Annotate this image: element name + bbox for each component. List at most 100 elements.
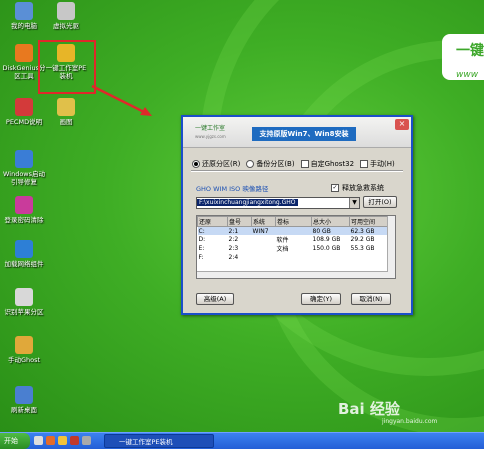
selected-icon-highlight [38, 40, 96, 94]
table-cell: E: [198, 245, 205, 252]
quicklaunch-icon[interactable] [82, 436, 91, 445]
column-header[interactable]: 还原 [197, 216, 228, 227]
app-icon [15, 196, 33, 214]
close-button[interactable]: × [395, 119, 409, 130]
app-icon [57, 98, 75, 116]
desktop-icon[interactable]: 我的电脑 [2, 2, 46, 30]
table-row[interactable]: E: 2:3 文档 150.0 GB 55.3 GB [198, 244, 388, 253]
quicklaunch-icon[interactable] [70, 436, 79, 445]
watermark-url: jingyan.baidu.com [382, 418, 438, 425]
table-cell: 软件 [276, 237, 289, 244]
table-cell: 108.9 GB [312, 236, 341, 243]
app-icon [15, 240, 33, 258]
column-header[interactable]: 可用空间 [349, 216, 388, 227]
desktop-icon[interactable]: 刷新桌面 [2, 386, 46, 414]
table-cell: 文档 [276, 246, 289, 253]
desktop-icon-label: 我的电脑 [11, 22, 37, 30]
backup-option[interactable]: 备份分区(B) [246, 159, 295, 169]
desktop-icon-label: 虚拟光驱 [53, 22, 79, 30]
table-cell: 29.2 GB [350, 236, 375, 243]
desktop-icon[interactable]: 画图 [44, 98, 88, 126]
desktop-icon-label: 画图 [59, 118, 73, 126]
mode-options: 还原分区(R) 备份分区(B) 自定Ghost32 手动(H) [192, 159, 395, 169]
table-cell [252, 235, 276, 244]
desktop-icon[interactable]: PECMD说明 [2, 98, 46, 126]
brand-url: www [456, 70, 479, 80]
taskbar: 开始 一键工作室PE装机 [0, 432, 484, 449]
table-cell: 2:1 [227, 226, 252, 235]
image-path-value: F:\xuixinchuangjiangxitong.GHO [197, 199, 298, 206]
table-cell: WIN7 [251, 226, 276, 235]
window-banner: 支持原版Win7、Win8安装 [252, 127, 356, 141]
radio-icon [246, 160, 255, 168]
table-cell [275, 226, 312, 235]
cancel-button[interactable]: 取消(N) [351, 293, 391, 305]
table-cell: C: [197, 226, 228, 235]
column-header[interactable]: 总大小 [311, 216, 350, 227]
table-cell: 2:2 [228, 236, 239, 243]
quicklaunch-icon[interactable] [34, 436, 43, 445]
watermark-text: Bai 经验 [338, 400, 400, 418]
app-icon [15, 98, 33, 116]
quicklaunch-icon[interactable] [58, 436, 67, 445]
table-cell [312, 253, 350, 261]
desktop-icon[interactable]: 加载网络组件 [2, 240, 46, 268]
image-path-select[interactable]: F:\xuixinchuangjiangxitong.GHO ▼ [196, 197, 360, 209]
divider [191, 170, 403, 172]
table-cell: 62.3 GB [349, 226, 388, 235]
brand-logo: 一键 www [442, 34, 484, 80]
ok-button[interactable]: 确定(Y) [301, 293, 341, 305]
advanced-button[interactable]: 高级(A) [196, 293, 234, 305]
open-button[interactable]: 打开(O) [363, 196, 397, 208]
horizontal-scrollbar[interactable] [197, 271, 388, 278]
column-header[interactable]: 卷标 [275, 216, 312, 227]
table-cell: D: [198, 236, 206, 243]
table-cell: 2:4 [228, 253, 239, 261]
table-cell [252, 244, 276, 253]
app-logo: 一键工作室 www.yjgzs.com [195, 123, 226, 141]
taskbar-item-pe-install[interactable]: 一键工作室PE装机 [104, 434, 214, 448]
column-header[interactable]: 盘号 [227, 216, 252, 227]
app-icon [15, 288, 33, 306]
table-cell: 55.3 GB [350, 245, 375, 252]
app-icon [15, 386, 33, 404]
quicklaunch-icon[interactable] [46, 436, 55, 445]
logo-text: 一键工作室 [195, 125, 226, 132]
table-cell [350, 253, 388, 261]
start-button[interactable]: 开始 [0, 433, 30, 449]
app-icon [15, 44, 33, 62]
checkbox-label: 释放急救系统 [342, 184, 384, 192]
desktop-icon-label: 手动Ghost [7, 356, 41, 364]
column-header[interactable]: 系统 [251, 216, 276, 227]
table-row[interactable]: C: 2:1 WIN7 80 GB 62.3 GB [197, 226, 388, 235]
table-cell: F: [198, 253, 204, 261]
manual-option[interactable]: 手动(H) [360, 159, 395, 169]
option-label: 自定Ghost32 [310, 160, 355, 168]
table-row[interactable]: F: 2:4 [198, 253, 388, 261]
desktop-icon[interactable]: Windows启动引导修复 [2, 150, 46, 186]
red-arrow [91, 84, 152, 116]
option-label: 还原分区(R) [202, 160, 241, 168]
vertical-scrollbar[interactable] [387, 216, 395, 278]
checkbox-icon [300, 160, 309, 168]
desktop-icon[interactable]: 手动Ghost [2, 336, 46, 364]
desktop-icon[interactable]: 登录密码清除 [2, 196, 46, 224]
table-row[interactable]: D: 2:2 软件 108.9 GB 29.2 GB [198, 235, 388, 244]
image-path-title: GHO WIM ISO 映像路径 [196, 185, 269, 193]
app-icon [15, 336, 33, 354]
desktop-icon-label: 刷新桌面 [11, 406, 37, 414]
baidu-watermark: Bai 经验 jingyan.baidu.com [338, 398, 437, 425]
table-cell [252, 253, 276, 261]
logo-url: www.yjgzs.com [195, 134, 226, 139]
desktop: 我的电脑 虚拟光驱 DiskGenius分区工具 一键工作室PE装机 PECMD说明 画图… [0, 0, 484, 432]
partition-table: 还原 盘号 系统 卷标 总大小 可用空间 C: 2:1 WIN7 80 GB 62.3 GB D: 2… [196, 215, 396, 279]
desktop-icon[interactable]: 虚拟光驱 [44, 2, 88, 30]
desktop-icon[interactable]: 识别苹果分区 [2, 288, 46, 316]
custom-ghost-option[interactable]: 自定Ghost32 [300, 159, 355, 169]
release-restore-checkbox[interactable]: ✓ 释放急救系统 [331, 183, 384, 193]
checkbox-checked-icon: ✓ [331, 184, 339, 192]
window-header: 一键工作室 www.yjgzs.com 支持原版Win7、Win8安装 × [183, 117, 411, 148]
restore-option[interactable]: 还原分区(R) [192, 159, 240, 169]
desktop-icon-label: 识别苹果分区 [4, 308, 44, 316]
chevron-down-icon[interactable]: ▼ [349, 198, 359, 208]
